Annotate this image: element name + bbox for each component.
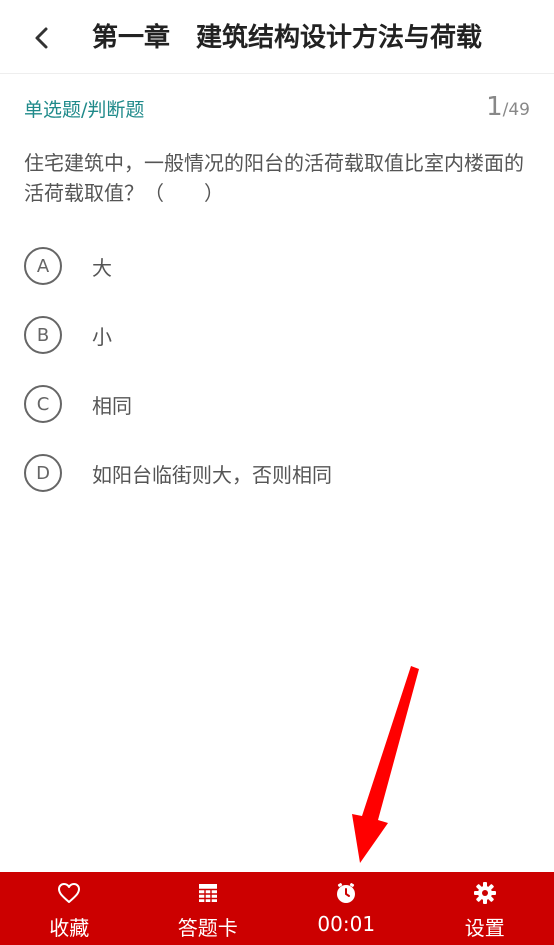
settings-label: 设置	[464, 916, 505, 940]
option-c[interactable]: C 相同	[24, 384, 524, 424]
option-b[interactable]: B 小	[24, 315, 524, 355]
chevron-left-icon	[35, 27, 48, 49]
option-text: 如阳台临街则大，否则相同	[92, 462, 332, 487]
option-letter-circle: D	[24, 454, 62, 492]
settings-button[interactable]: 设置	[416, 872, 554, 945]
top-header: 第一章 建筑结构设计方法与荷载	[0, 0, 554, 74]
bottom-toolbar: 收藏 答题卡 00:01 设置	[0, 872, 554, 945]
question-progress: 1/49	[486, 92, 530, 122]
timer-button[interactable]: 00:01	[277, 872, 416, 945]
option-letter-circle: B	[24, 316, 62, 354]
option-letter-circle: A	[24, 247, 62, 285]
favorite-button[interactable]: 收藏	[0, 872, 139, 945]
red-arrow-icon	[352, 666, 419, 863]
timer-label: 00:01	[317, 912, 376, 936]
back-button[interactable]	[22, 18, 62, 58]
clock-icon	[333, 880, 359, 906]
favorite-label: 收藏	[49, 916, 90, 940]
grid-icon	[195, 880, 221, 906]
page-title: 第一章 建筑结构设计方法与荷载	[92, 23, 483, 53]
answer-card-label: 答题卡	[177, 916, 238, 940]
option-text: 小	[92, 324, 112, 349]
total-questions: /49	[502, 100, 530, 120]
question-type-label: 单选题/判断题	[24, 99, 145, 121]
heart-icon	[56, 880, 82, 906]
gear-icon	[472, 880, 498, 906]
question-text: 住宅建筑中，一般情况的阳台的活荷载取值比室内楼面的活荷载取值？（ ）	[24, 151, 524, 205]
option-text: 大	[92, 255, 112, 280]
option-a[interactable]: A 大	[24, 246, 524, 286]
option-d[interactable]: D 如阳台临街则大，否则相同	[24, 453, 524, 493]
current-question-number: 1	[486, 92, 503, 122]
option-text: 相同	[92, 393, 132, 418]
option-letter-circle: C	[24, 385, 62, 423]
answer-card-button[interactable]: 答题卡	[139, 872, 278, 945]
